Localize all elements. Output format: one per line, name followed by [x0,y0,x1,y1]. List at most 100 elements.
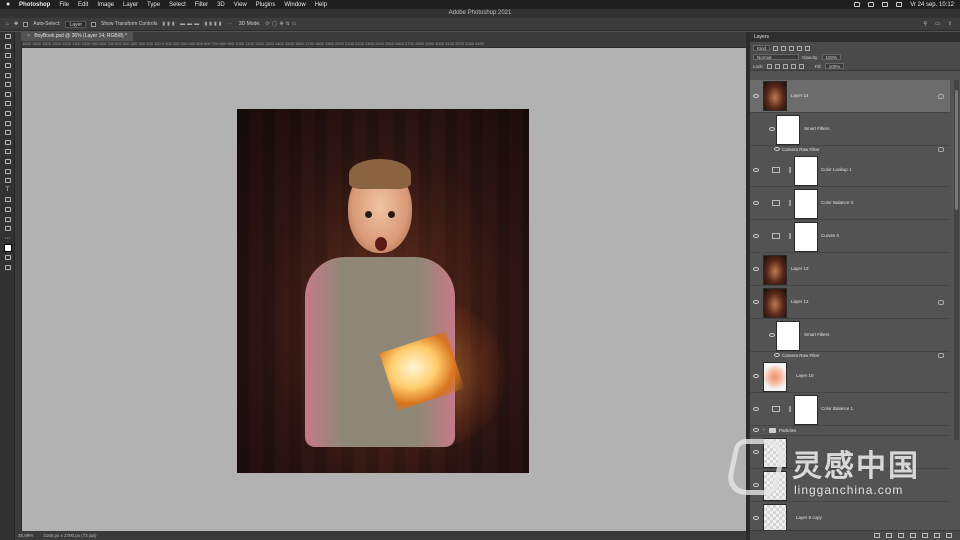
cloud-icon[interactable] [868,2,875,7]
layers-panel-title[interactable]: Layers [750,32,960,42]
filter-options-icon[interactable] [938,353,944,358]
filter-adjustment-icon[interactable] [781,45,787,51]
stamp-tool[interactable] [0,118,15,128]
layer-name[interactable]: Smart Filters [804,126,830,131]
scrollbar-thumb[interactable] [955,90,958,210]
visibility-eye-icon[interactable] [753,374,759,378]
record-icon[interactable] [854,2,861,7]
filter-smart-object-icon[interactable] [805,45,811,51]
lasso-tool[interactable] [0,51,15,61]
path-select-tool[interactable] [0,195,15,205]
blur-tool[interactable] [0,157,15,167]
chain-link-icon[interactable] [789,233,791,239]
filter-options-icon[interactable] [938,147,944,152]
search-icon[interactable]: ⚲ [923,21,927,27]
chain-link-icon[interactable] [789,200,791,206]
brush-tool[interactable] [0,109,15,119]
layer-name[interactable]: Layer 13 [791,266,809,271]
layer-name[interactable]: Color Lookup 1 [821,167,852,172]
visibility-eye-icon[interactable] [774,353,780,357]
new-layer-icon[interactable] [934,533,940,538]
eraser-tool[interactable] [0,138,15,148]
menu-type[interactable]: Type [147,2,160,8]
layer-name[interactable]: Color Balance 1 [821,406,853,411]
hand-tool[interactable] [0,214,15,224]
wifi-icon[interactable] [882,2,889,7]
blend-mode-dropdown[interactable]: Normal [753,54,799,60]
visibility-eye-icon[interactable] [753,300,759,304]
align-icons[interactable]: ▮▮▮ ▬▬▬ ▮▮▮▮ ⋯ [162,21,233,27]
horizontal-ruler[interactable]: 1600 1500 1400 1300 1200 1100 1000 900 8… [22,41,746,48]
visibility-eye-icon[interactable] [774,147,780,151]
trash-icon[interactable] [946,533,952,538]
lock-all-icon[interactable] [798,63,804,69]
lock-position-icon[interactable] [782,63,788,69]
shape-tool[interactable] [0,205,15,215]
layer-row[interactable]: Layer 12 [750,286,950,319]
lock-transparent-icon[interactable] [766,63,772,69]
search-icon[interactable] [896,2,903,7]
layer-name[interactable]: Layer 10 [796,373,814,378]
visibility-eye-icon[interactable] [769,333,775,337]
auto-select-dropdown[interactable]: Layer [65,20,86,28]
healing-tool[interactable] [0,99,15,109]
zoom-level[interactable]: 35,99% [18,531,33,540]
menu-view[interactable]: View [234,2,247,8]
expand-chevron-icon[interactable]: › [763,427,765,432]
menu-layer[interactable]: Layer [123,2,138,8]
move-tool[interactable] [0,32,15,42]
layer-name[interactable]: Camera Raw Filter [782,353,820,358]
layer-row[interactable]: Curves 6 [750,220,950,253]
eyedropper-tool[interactable] [0,90,15,100]
fill-field[interactable]: 100% [824,63,845,69]
filter-type-icon[interactable] [789,45,795,51]
visibility-eye-icon[interactable] [753,407,759,411]
visibility-eye-icon[interactable] [753,516,759,520]
layer-row[interactable]: Layer 13 [750,253,950,286]
fx-icon[interactable] [886,533,892,538]
dodge-tool[interactable] [0,166,15,176]
close-icon[interactable]: × [27,33,30,39]
filter-shape-icon[interactable] [797,45,803,51]
frame-tool[interactable] [0,80,15,90]
menu-select[interactable]: Select [169,2,186,8]
layer-row[interactable]: Color Balance 1 [750,393,950,426]
crop-tool[interactable] [0,70,15,80]
filter-pixel-icon[interactable] [773,45,779,51]
apple-icon[interactable]: ● [6,1,13,8]
quick-select-tool[interactable] [0,61,15,71]
layer-name[interactable]: Layer 12 [791,299,809,304]
layer-row[interactable]: Camera Raw Filter [750,352,950,360]
more-tools[interactable]: ⋯ [0,233,15,243]
share-icon[interactable]: ⇧ [948,21,952,27]
visibility-eye-icon[interactable] [769,127,775,131]
layer-row[interactable]: Smart Filters [750,319,950,352]
chain-link-icon[interactable] [789,167,791,173]
layer-name[interactable]: Color Balance 3 [821,200,853,205]
layer-row[interactable]: Color Balance 3 [750,187,950,220]
chain-link-icon[interactable] [789,406,791,412]
layer-row[interactable]: Layer 10 [750,360,950,393]
document-tab[interactable]: × BoyBook.psd @ 36% (Layer 14, RGB/8) * [21,32,133,41]
layer-row[interactable]: Smart Filters [750,113,950,146]
layer-row[interactable]: Color Lookup 1 [750,154,950,187]
auto-select-checkbox[interactable] [23,21,29,27]
document-image[interactable] [237,109,529,473]
lock-artboard-icon[interactable] [790,63,796,69]
visibility-eye-icon[interactable] [753,94,759,98]
move-tool-icon[interactable]: ✥ [14,21,18,27]
vertical-ruler[interactable] [15,41,22,531]
marquee-tool[interactable] [0,42,15,52]
screen-mode-tool[interactable] [0,262,15,272]
menu-app[interactable]: Photoshop [19,2,50,8]
quick-mask-tool[interactable] [0,253,15,263]
color-swatches[interactable] [0,243,15,253]
opacity-field[interactable]: 100% [821,54,842,60]
adjustment-layer-icon[interactable] [910,533,916,538]
gradient-tool[interactable] [0,147,15,157]
add-mask-icon[interactable] [898,533,904,538]
new-group-icon[interactable] [922,533,928,538]
layer-row[interactable]: Camera Raw Filter [750,146,950,154]
layer-row[interactable]: Layer 14 [750,80,950,113]
menu-3d[interactable]: 3D [217,2,225,8]
